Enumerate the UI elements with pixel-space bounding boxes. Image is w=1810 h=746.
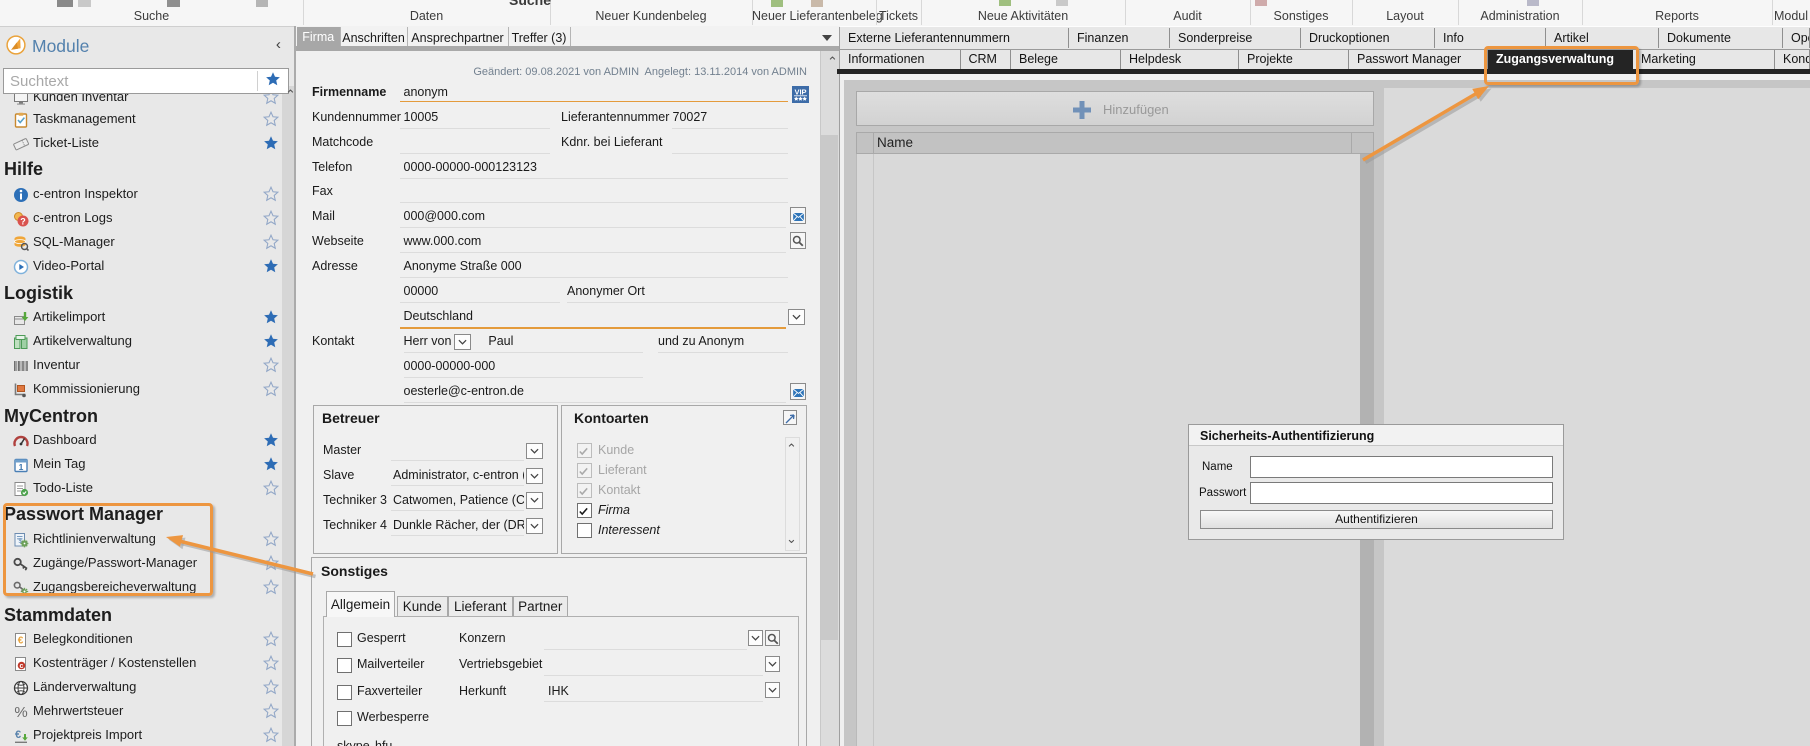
svg-text:1: 1	[19, 462, 24, 472]
svg-text:€: €	[15, 729, 21, 741]
svg-text:%: %	[14, 704, 27, 720]
svg-text:€: €	[18, 635, 24, 646]
svg-text:c: c	[20, 663, 24, 670]
svg-text:?: ?	[20, 216, 26, 226]
svg-text:VIP: VIP	[794, 88, 806, 97]
